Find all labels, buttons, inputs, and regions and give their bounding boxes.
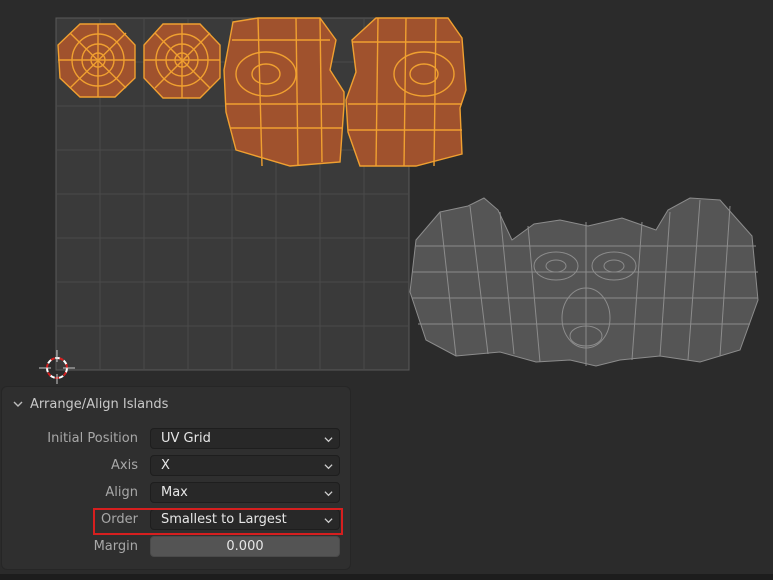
align-dropdown[interactable]: Max	[150, 482, 340, 503]
chevron-down-icon	[324, 464, 333, 470]
selected-island-head-right	[345, 17, 467, 167]
axis-dropdown[interactable]: X	[150, 455, 340, 476]
chevron-down-icon	[324, 518, 333, 524]
chevron-down-icon	[324, 437, 333, 443]
initial-position-value: UV Grid	[161, 431, 211, 446]
selected-island-head-left	[223, 17, 345, 167]
align-label: Align	[105, 485, 138, 500]
panel-title: Arrange/Align Islands	[30, 396, 169, 412]
align-row: Align Max	[2, 482, 350, 504]
initial-position-label: Initial Position	[47, 431, 138, 446]
selected-island-eye-left	[57, 23, 136, 98]
initial-position-row: Initial Position UV Grid	[2, 428, 350, 450]
order-label: Order	[101, 512, 138, 527]
order-row: Order Smallest to Largest	[2, 509, 350, 531]
bottom-bar	[0, 574, 773, 580]
margin-value: 0.000	[226, 539, 264, 554]
unselected-uv-island[interactable]	[409, 197, 759, 367]
arrange-align-islands-panel: Arrange/Align Islands Initial Position U…	[2, 387, 350, 569]
axis-row: Axis X	[2, 455, 350, 477]
order-value: Smallest to Largest	[161, 512, 287, 527]
panel-header[interactable]: Arrange/Align Islands	[12, 395, 168, 413]
margin-label: Margin	[93, 539, 138, 554]
margin-number-field[interactable]: 0.000	[150, 536, 340, 557]
selected-island-eye-right	[143, 23, 221, 99]
axis-label: Axis	[111, 458, 138, 473]
chevron-down-icon[interactable]	[12, 398, 24, 410]
axis-value: X	[161, 458, 170, 473]
order-dropdown[interactable]: Smallest to Largest	[150, 509, 340, 530]
chevron-down-icon	[324, 491, 333, 497]
initial-position-dropdown[interactable]: UV Grid	[150, 428, 340, 449]
align-value: Max	[161, 485, 188, 500]
margin-row: Margin 0.000	[2, 536, 350, 558]
